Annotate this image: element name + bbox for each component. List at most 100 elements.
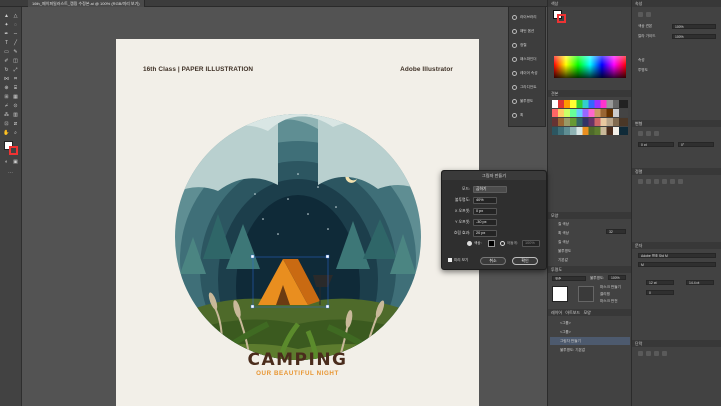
align-right-icon[interactable] xyxy=(654,179,659,184)
artboard-tool-icon[interactable]: ⊡ xyxy=(3,121,10,128)
paintbrush-icon[interactable]: ✎ xyxy=(12,49,19,56)
align-top-icon[interactable] xyxy=(662,179,667,184)
align-center-icon[interactable] xyxy=(646,179,651,184)
swatch-grid[interactable] xyxy=(552,100,628,140)
perspective-grid-icon[interactable]: ⌸ xyxy=(12,85,19,92)
ok-button[interactable]: 확인 xyxy=(512,257,538,265)
color-panel-header[interactable]: 색상 xyxy=(548,0,632,7)
appearance-row[interactable]: 획 색상 xyxy=(558,231,569,236)
darkness-input[interactable]: 100% xyxy=(522,240,540,247)
curvature-tool-icon[interactable]: ∽ xyxy=(12,31,19,38)
stroke-weight-field[interactable]: 32 xyxy=(606,229,626,234)
y-offset-input[interactable]: -30 px xyxy=(473,219,497,226)
stroke-proxy[interactable] xyxy=(557,14,566,23)
graph-tool-icon[interactable]: ▥ xyxy=(12,112,19,119)
transform-header[interactable]: 변형 xyxy=(632,120,721,127)
floating-item-layer[interactable]: 레이어 속성 xyxy=(512,69,546,78)
paragraph-justify-icon[interactable] xyxy=(662,351,667,356)
shadow-color-swatch[interactable] xyxy=(488,240,495,247)
appearance-row[interactable]: 칠 색상 xyxy=(558,240,569,245)
font-family-select[interactable]: Adobe 명조 Std M xyxy=(638,253,716,258)
color-radio[interactable] xyxy=(467,241,472,246)
document-tab[interactable]: 16th_페이퍼일러스트_캠핑 수정본.ai @ 100% (RGB/미리 보기… xyxy=(28,0,145,7)
draw-mode-icon[interactable]: ◐ xyxy=(3,159,10,166)
width-tool-icon[interactable]: ⋈ xyxy=(3,76,10,83)
mask-thumbnail[interactable] xyxy=(578,286,594,302)
screen-mode-icon[interactable]: ▣ xyxy=(12,159,19,166)
leading-field[interactable]: 14.4 pt xyxy=(686,280,714,285)
x-offset-input[interactable]: 0 px xyxy=(473,208,497,215)
more-tools-icon[interactable]: ⋯ xyxy=(7,170,14,177)
blend-tool-icon[interactable]: ⊙ xyxy=(12,103,19,110)
tab-appearance[interactable]: 모양 xyxy=(583,310,590,315)
free-transform-icon[interactable]: ⌗ xyxy=(12,76,19,83)
field[interactable]: 100% xyxy=(672,34,716,39)
mode-select[interactable]: 곱하기 xyxy=(473,186,507,193)
darkness-radio[interactable] xyxy=(500,241,505,246)
align-middle-icon[interactable] xyxy=(670,179,675,184)
align-header[interactable]: 정렬 xyxy=(632,168,721,175)
opacity-field[interactable]: 100% xyxy=(608,275,626,280)
eraser-icon[interactable]: ◫ xyxy=(12,58,19,65)
transparency-panel-header[interactable]: 투명도 xyxy=(548,266,632,273)
paragraph-header[interactable]: 단락 xyxy=(632,340,721,347)
stroke-swatch[interactable] xyxy=(9,146,18,155)
font-style-select[interactable]: M xyxy=(638,262,716,267)
symbol-sprayer-icon[interactable]: ⁂ xyxy=(3,112,10,119)
tab-artboards[interactable]: 아트보드 xyxy=(565,310,580,315)
scale-tool-icon[interactable]: ⤢ xyxy=(12,67,19,74)
field[interactable]: 100% xyxy=(672,24,716,29)
cancel-button[interactable]: 취소 xyxy=(480,257,506,265)
pen-tool-icon[interactable]: ✒ xyxy=(3,31,10,38)
transform-icon[interactable] xyxy=(654,131,659,136)
invert-mask-checkbox[interactable]: 마스크 반전 xyxy=(600,299,618,304)
clip-checkbox[interactable]: 클리핑 xyxy=(600,292,610,297)
slice-tool-icon[interactable]: ⧄ xyxy=(12,121,19,128)
make-mask-button[interactable]: 마스크 만들기 xyxy=(600,285,621,290)
transform-icon[interactable] xyxy=(646,131,651,136)
align-bottom-icon[interactable] xyxy=(678,179,683,184)
paragraph-align-left-icon[interactable] xyxy=(638,351,643,356)
floating-item-align[interactable]: 정렬 xyxy=(512,41,546,50)
paragraph-align-right-icon[interactable] xyxy=(654,351,659,356)
appearance-panel-header[interactable]: 모양 xyxy=(548,212,632,219)
floating-item-gradient[interactable]: 그라디언트 xyxy=(512,83,546,92)
panel-icon[interactable] xyxy=(638,12,643,17)
floating-item-pathfinder[interactable]: 패스파인더 xyxy=(512,55,546,64)
panel-icon[interactable] xyxy=(646,12,651,17)
transform-field[interactable]: 0° xyxy=(678,142,714,147)
line-tool-icon[interactable]: ╱ xyxy=(12,40,19,47)
eyedropper-icon[interactable]: ⌿ xyxy=(3,103,10,110)
floating-item-opacity[interactable]: 불투명도 xyxy=(512,97,546,106)
layer-row[interactable]: <그룹> xyxy=(560,330,571,335)
layer-row[interactable]: 불투명도: 기본값 xyxy=(560,348,585,353)
transform-field[interactable]: 0 pt xyxy=(638,142,674,147)
layer-row[interactable]: <그룹> xyxy=(560,321,571,326)
opacity-input[interactable]: 40% xyxy=(473,197,497,204)
shape-builder-icon[interactable]: ⊕ xyxy=(3,85,10,92)
floating-item-library[interactable]: 라이브러리 xyxy=(512,13,546,22)
tab-layers[interactable]: 레이어 xyxy=(551,310,562,315)
shaper-tool-icon[interactable]: ✐ xyxy=(3,58,10,65)
rotate-tool-icon[interactable]: ↻ xyxy=(3,67,10,74)
character-header[interactable]: 문자 xyxy=(632,242,721,249)
rectangle-tool-icon[interactable]: ▭ xyxy=(3,49,10,56)
gradient-tool-icon[interactable]: ▦ xyxy=(12,94,19,101)
type-tool-icon[interactable]: T xyxy=(3,40,10,47)
zoom-tool-icon[interactable]: ⌕ xyxy=(12,130,19,137)
paragraph-align-center-icon[interactable] xyxy=(646,351,651,356)
lasso-icon[interactable]: ◌ xyxy=(12,22,19,29)
font-size-field[interactable]: 12 pt xyxy=(646,280,674,285)
properties-header[interactable]: 속성 xyxy=(632,0,721,7)
mesh-tool-icon[interactable]: ⊞ xyxy=(3,94,10,101)
transform-icon[interactable] xyxy=(638,131,643,136)
preview-checkbox[interactable]: 미리 보기 xyxy=(448,258,468,263)
selection-tool-icon[interactable]: ▲ xyxy=(3,13,10,20)
direct-selection-tool-icon[interactable]: △ xyxy=(12,13,19,20)
appearance-row[interactable]: 칠 색상 xyxy=(558,222,569,227)
hand-tool-icon[interactable]: ✋ xyxy=(3,130,10,137)
artboard[interactable]: 16th Class | PAPER ILLUSTRATION Adobe Il… xyxy=(116,39,479,406)
blur-input[interactable]: 20 px xyxy=(473,230,497,237)
magic-wand-icon[interactable]: ✦ xyxy=(3,22,10,29)
layer-row-effect[interactable]: 그림자 만들기 xyxy=(560,339,581,344)
